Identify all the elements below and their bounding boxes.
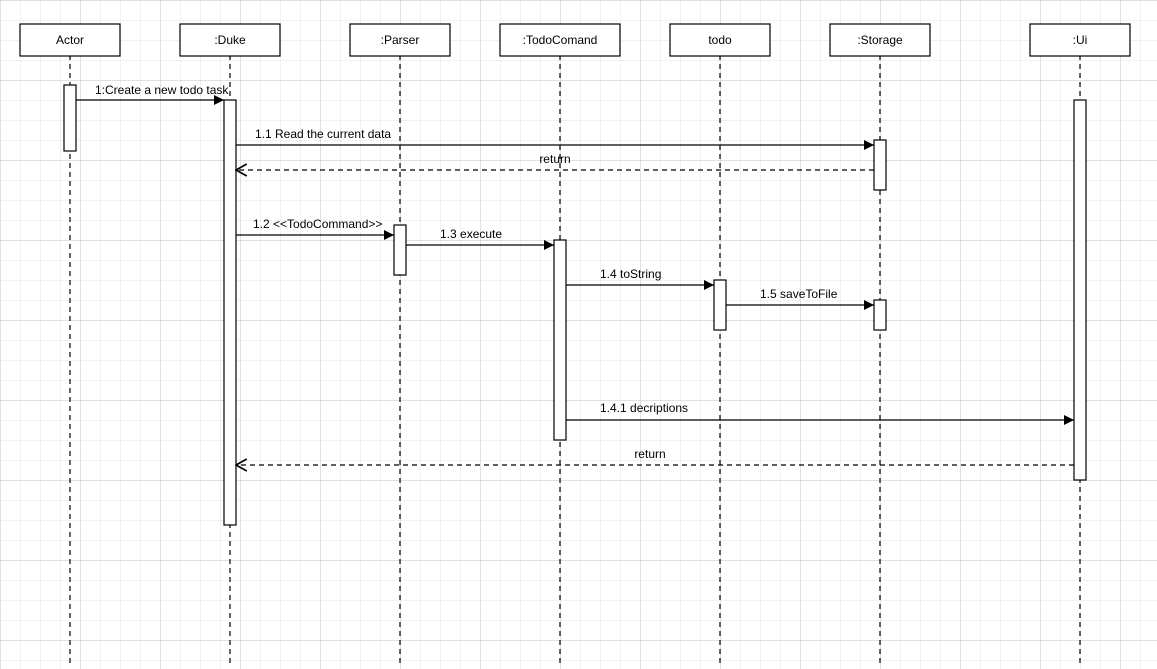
participant-label: :Parser — [381, 33, 420, 47]
participant-label: :Ui — [1073, 33, 1088, 47]
activation-parser — [394, 225, 406, 275]
participant-todocmd: :TodoComand — [500, 24, 620, 56]
participant-actor: Actor — [20, 24, 120, 56]
activation-storage1 — [874, 140, 886, 190]
msg-label: 1.1 Read the current data — [255, 127, 391, 141]
participant-label: :Duke — [214, 33, 246, 47]
sequence-diagram: Actor :Duke :Parser :TodoComand todo :St… — [0, 0, 1157, 666]
msg-label: 1.2 <<TodoCommand>> — [253, 217, 382, 231]
participant-ui: :Ui — [1030, 24, 1130, 56]
activation-ui — [1074, 100, 1086, 480]
participant-duke: :Duke — [180, 24, 280, 56]
activation-actor — [64, 85, 76, 151]
msg-label: 1.4 toString — [600, 267, 661, 281]
participant-label: :TodoComand — [523, 33, 598, 47]
activation-storage2 — [874, 300, 886, 330]
activation-todocmd — [554, 240, 566, 440]
participant-label: Actor — [56, 33, 84, 47]
participant-parser: :Parser — [350, 24, 450, 56]
activation-duke — [224, 100, 236, 525]
msg-label: 1:Create a new todo task — [95, 83, 229, 97]
participant-label: todo — [708, 33, 732, 47]
msg-label: return — [634, 447, 665, 461]
activation-todo — [714, 280, 726, 330]
msg-label: 1.4.1 decriptions — [600, 401, 688, 415]
participant-storage: :Storage — [830, 24, 930, 56]
participant-todo: todo — [670, 24, 770, 56]
msg-label: 1.3 execute — [440, 227, 502, 241]
msg-label: return — [539, 152, 570, 166]
msg-label: 1.5 saveToFile — [760, 287, 838, 301]
participant-label: :Storage — [857, 33, 903, 47]
